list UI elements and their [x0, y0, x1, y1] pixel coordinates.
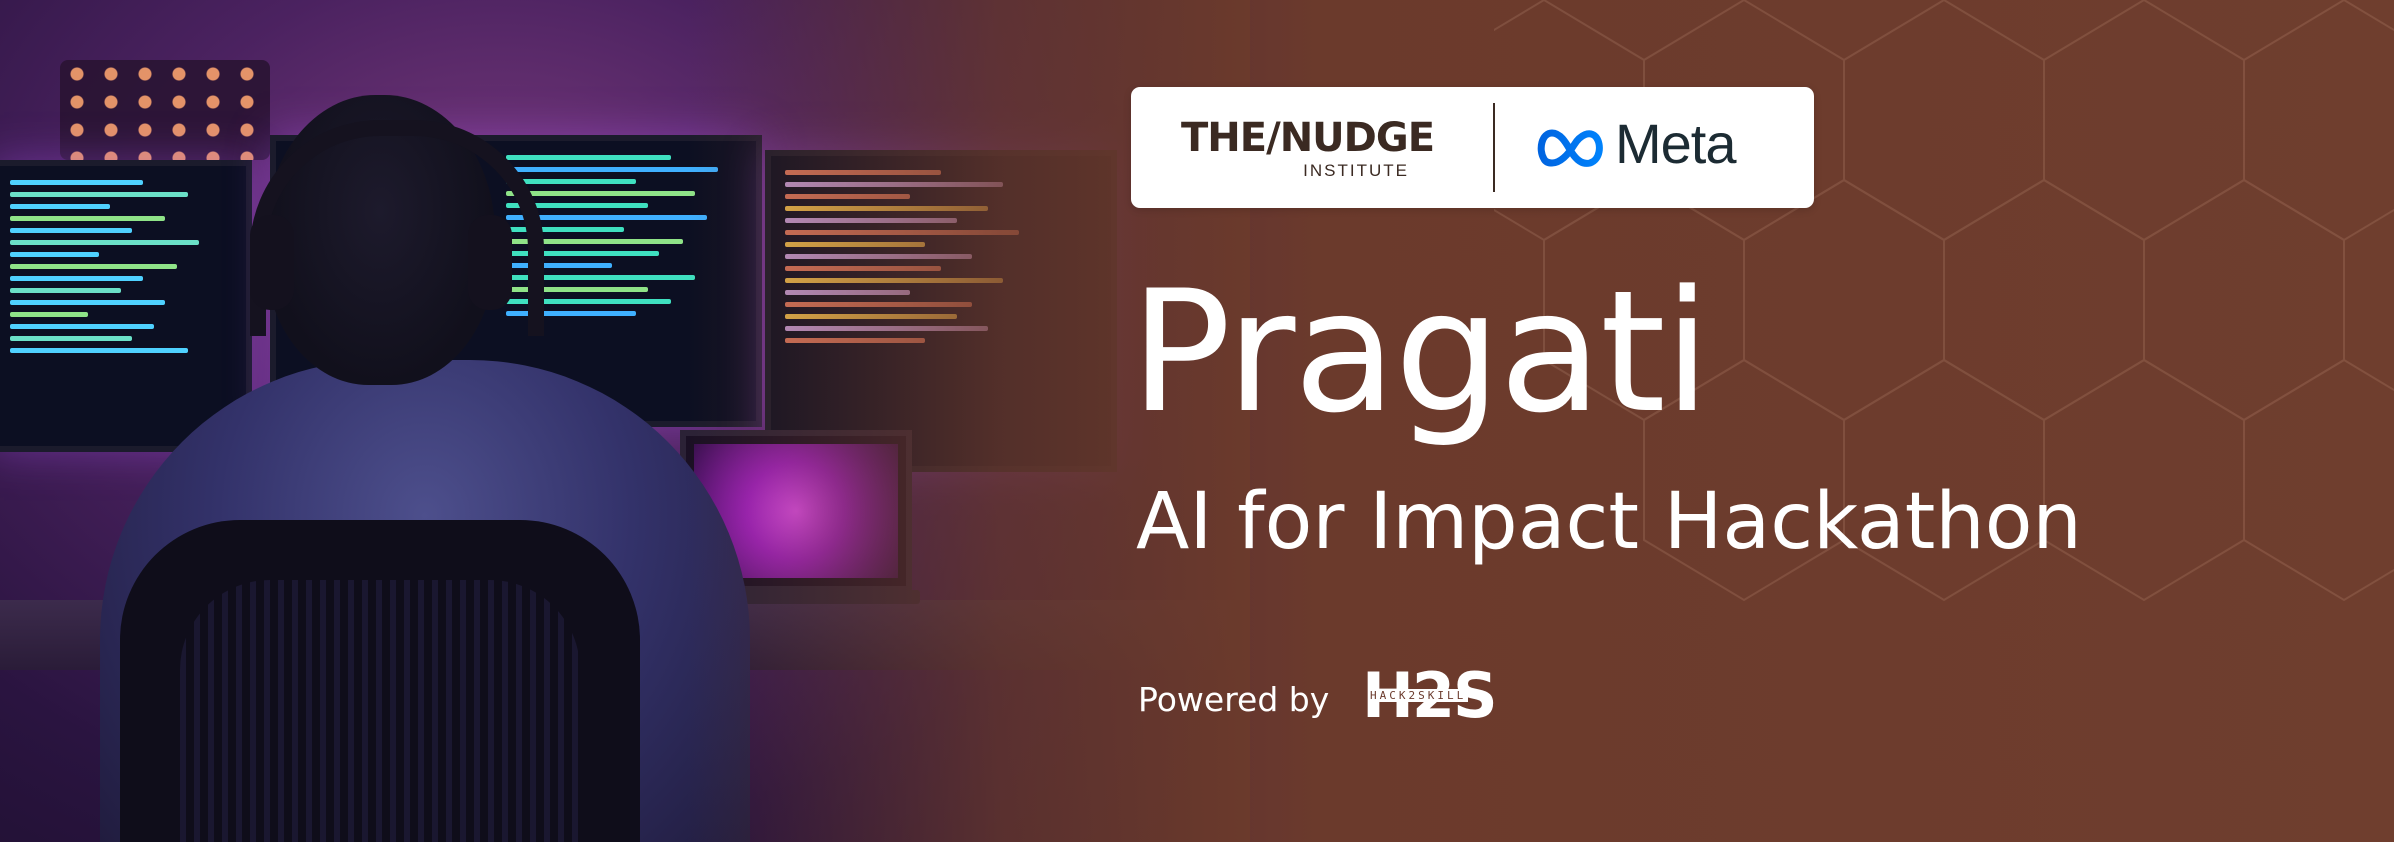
nudge-logo-sub: INSTITUTE — [1303, 161, 1409, 180]
partner-logo-card: THE/NUDGE INSTITUTE Meta — [1131, 87, 1814, 208]
meta-infinity-icon — [1537, 129, 1603, 167]
nudge-logo-main: THE/NUDGE — [1181, 115, 1435, 161]
photo-fade — [0, 0, 1250, 842]
powered-by-label: Powered by — [1138, 680, 1330, 719]
event-title: Pragati — [1130, 254, 1711, 450]
h2s-logo-tagline: HACK2SKILL — [1368, 689, 1469, 702]
developer-photo — [0, 0, 1250, 842]
logo-divider — [1493, 103, 1495, 192]
event-subtitle: AI for Impact Hackathon — [1136, 477, 2082, 567]
meta-wordmark: Meta — [1615, 112, 1736, 175]
h2s-logo: H2S HACK2SKILL — [1362, 665, 1524, 729]
hackathon-banner: THE/NUDGE INSTITUTE Meta Pragati AI for … — [0, 0, 2394, 842]
nudge-institute-logo: THE/NUDGE INSTITUTE — [1181, 115, 1461, 181]
